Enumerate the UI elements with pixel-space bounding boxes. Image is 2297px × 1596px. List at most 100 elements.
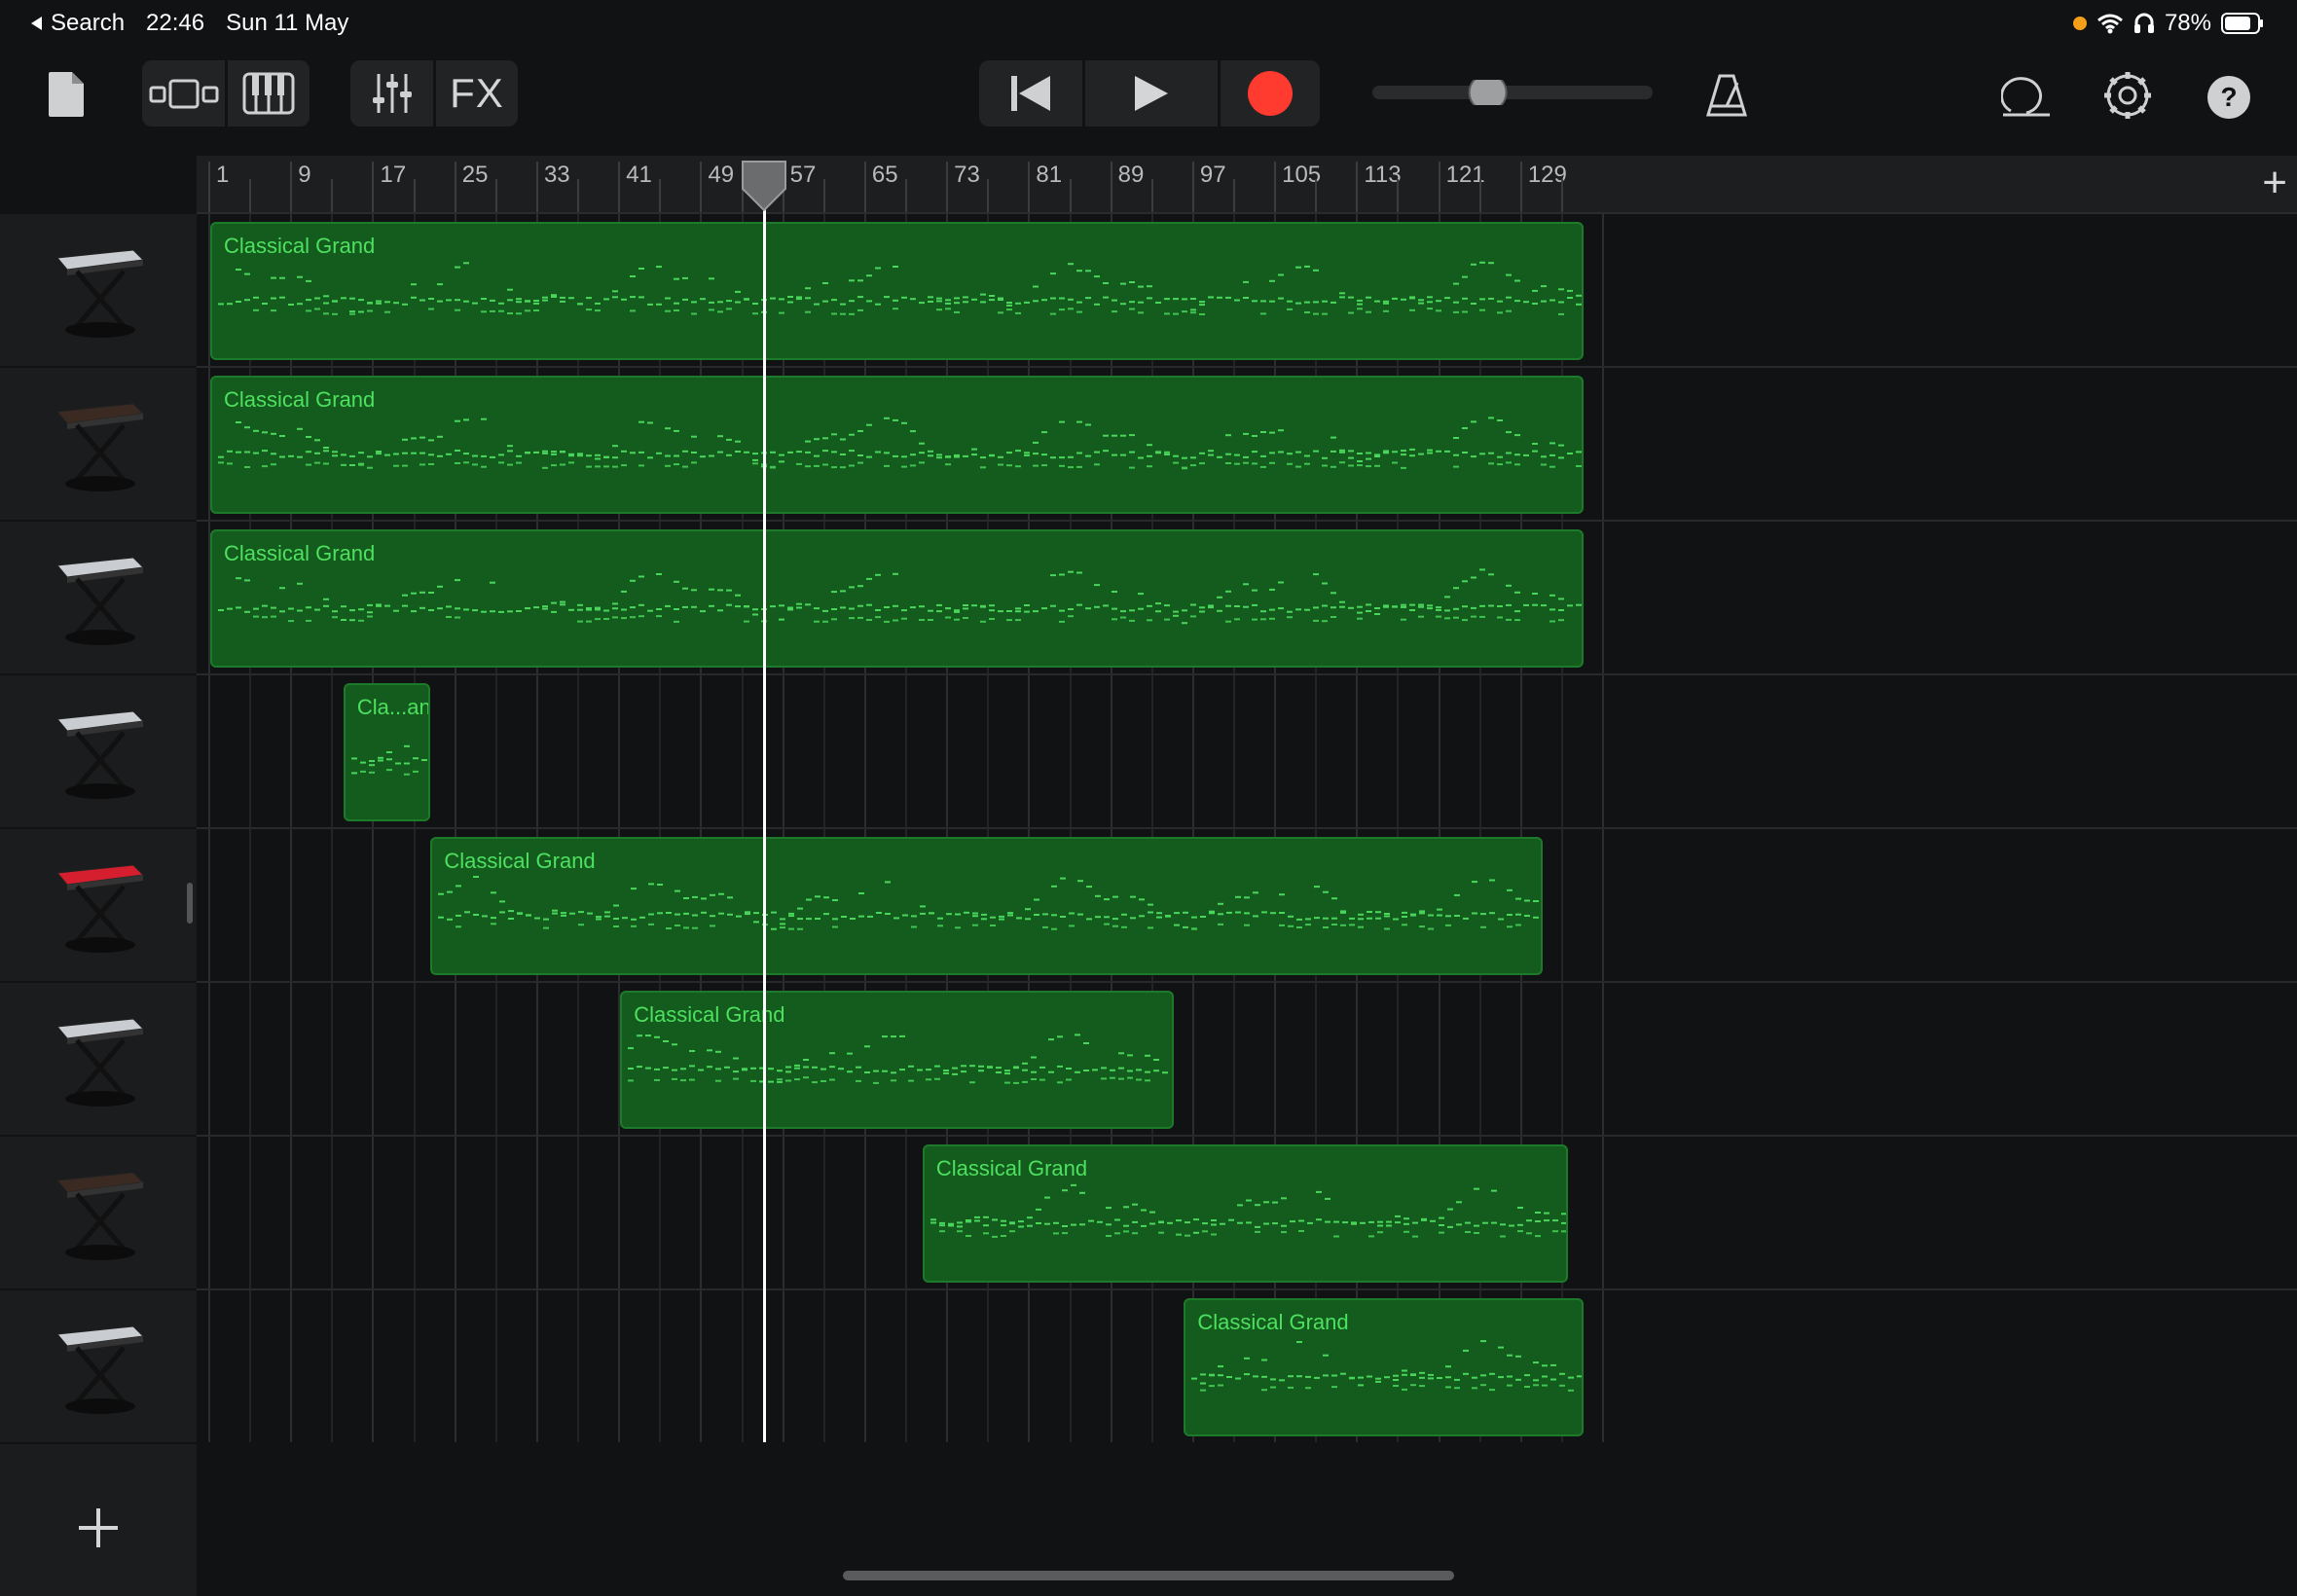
ruler-bar-number: 33 [543,162,570,188]
ruler-bar-number: 57 [789,162,817,188]
mixer-button[interactable] [350,60,434,127]
ruler-subtick [1560,179,1563,212]
track-header[interactable] [0,829,197,983]
tracks-area[interactable]: Classical Grand Classical Grand Classical … [197,214,2297,1442]
lane-separator [197,981,2297,983]
ruler-subtick [331,179,334,212]
ruler-tick [618,162,621,212]
go-to-start-button[interactable] [979,60,1082,127]
region-label: Cla...and [356,695,431,719]
track-header[interactable] [0,368,197,522]
playhead-handle[interactable] [739,160,789,212]
tracks-view-icon [149,79,219,109]
ruler-tick [1028,162,1031,212]
ruler-subtick [905,179,908,212]
back-label: Search [51,10,126,36]
timeline-ruler[interactable]: 1 9 17 25 33 41 49 57 65 73 81 89 97 105 113 121 129 + [197,156,2297,214]
mixer-fx-group: FX [350,60,518,127]
ruler-bar-number: 81 [1036,162,1063,188]
ruler-tick [290,162,293,212]
play-button[interactable] [1085,60,1218,127]
ruler-subtick [659,179,662,212]
midi-region[interactable]: Classical Grand [1184,1298,1584,1436]
lane-separator [197,1135,2297,1137]
plus-icon [79,1508,118,1547]
midi-region[interactable]: Classical Grand [210,222,1585,360]
keyboard-instrument-icon [56,403,145,491]
track-header[interactable] [0,675,197,829]
midi-region[interactable]: Cla...and [343,683,431,821]
track-header[interactable] [0,1137,197,1290]
midi-region[interactable]: Classical Grand [430,837,1543,975]
back-arrow-icon [31,17,42,30]
midi-region[interactable]: Classical Grand [620,991,1174,1129]
ruler-tick [1274,162,1277,212]
ruler-subtick [494,179,497,212]
settings-button[interactable] [2098,66,2157,125]
loop-browser-button[interactable] [1997,68,2056,123]
keyboard-icon [242,72,295,115]
view-toggle-group [142,60,310,127]
ruler-tick [454,162,456,212]
status-date: Sun 11 May [226,10,349,36]
ruler-tick [208,162,210,212]
ruler-tick [1438,162,1440,212]
lane-separator [197,827,2297,829]
ruler-tick [372,162,375,212]
add-section-button[interactable]: + [2262,162,2287,204]
ruler-subtick [577,179,580,212]
ruler-subtick [822,179,825,212]
master-volume-slider[interactable] [1370,80,1655,105]
fx-label: FX [450,70,504,116]
ruler-tick [1519,162,1522,212]
go-to-start-icon [1011,76,1050,111]
loop-icon [2001,77,2050,117]
ruler-bar-number: 25 [461,162,489,188]
ruler-bar-number: 113 [1364,162,1402,188]
track-header[interactable] [0,522,197,675]
keyboard-button[interactable] [228,60,310,127]
track-header-resize-handle[interactable] [187,883,193,924]
lane-separator [197,520,2297,522]
ruler-subtick [1150,179,1153,212]
battery-icon [2221,13,2263,34]
svg-text:?: ? [2220,82,2237,112]
ruler-bar-number: 73 [954,162,980,188]
status-bar: Search 22:46 Sun 11 May 78% [0,0,2297,47]
midi-region[interactable]: Classical Grand [210,376,1585,514]
ruler-subtick [1397,179,1400,212]
ruler-bar-number: 41 [626,162,652,188]
tracks-view-button[interactable] [142,60,226,127]
region-label: Classical Grand [224,387,376,412]
metronome-icon [1705,74,1748,117]
ruler-subtick [413,179,416,212]
midi-region[interactable]: Classical Grand [922,1144,1569,1283]
ruler-bar-number: 9 [298,162,311,188]
fx-button[interactable]: FX [436,60,518,127]
ruler-bar-number: 97 [1199,162,1226,188]
region-label: Classical Grand [224,234,376,258]
keyboard-instrument-icon [56,1325,145,1414]
metronome-button[interactable] [1697,68,1756,123]
ruler-subtick [249,179,252,212]
keyboard-instrument-icon [56,249,145,338]
back-to-search-button[interactable]: Search [29,10,125,37]
ruler-tick [535,162,538,212]
track-header[interactable] [0,983,197,1137]
help-button[interactable]: ? [2202,70,2256,125]
lane-separator [197,1288,2297,1290]
record-button[interactable] [1221,60,1320,127]
my-songs-button[interactable] [39,66,93,123]
add-track-button[interactable] [0,1479,197,1577]
track-header[interactable] [0,214,197,368]
lane-separator [197,366,2297,368]
document-icon [49,72,84,117]
midi-region[interactable]: Classical Grand [210,529,1585,668]
track-header[interactable] [0,1290,197,1444]
transport-group [979,60,1320,127]
ruler-subtick [987,179,990,212]
help-icon: ? [2207,76,2250,119]
home-indicator [843,1571,1454,1580]
keyboard-instrument-icon [56,864,145,953]
ruler-tick [863,162,866,212]
